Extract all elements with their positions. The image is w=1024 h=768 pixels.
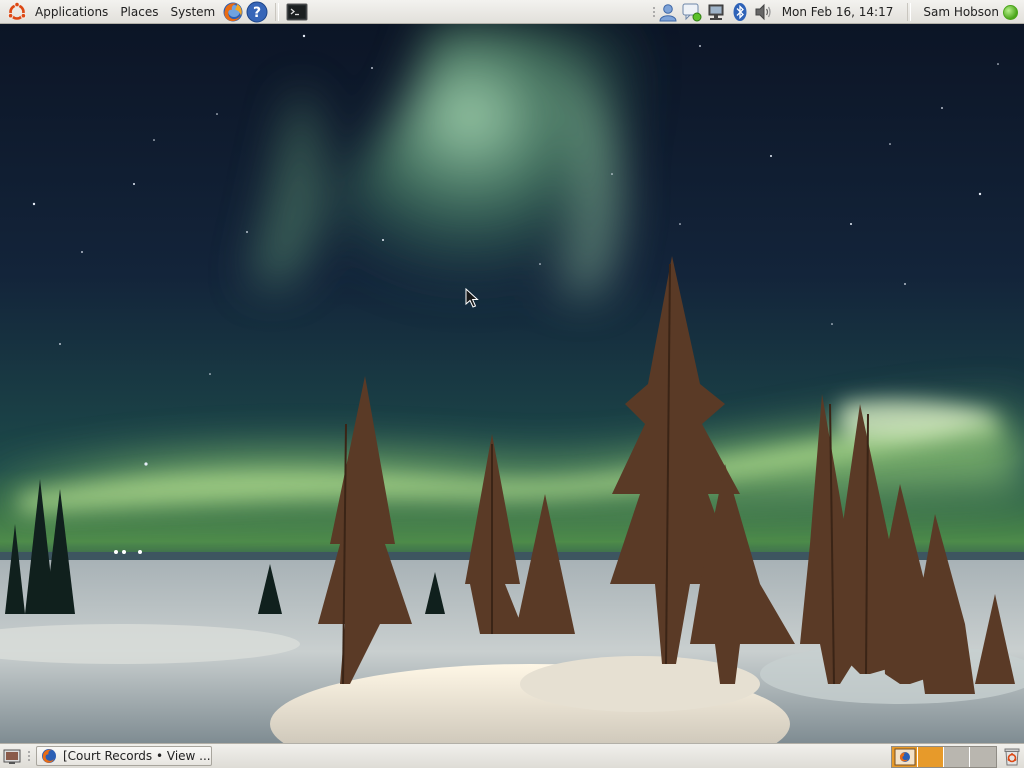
user-name[interactable]: Sam Hobson [917, 1, 1003, 23]
clock[interactable]: Mon Feb 16, 14:17 [776, 1, 902, 23]
top-panel: Applications Places System ? Mon Feb 16,… [0, 0, 1024, 24]
chat-status-button[interactable] [682, 2, 702, 22]
chat-status-icon [682, 3, 702, 22]
show-desktop-icon[interactable] [3, 747, 21, 765]
places-menu[interactable]: Places [114, 1, 164, 23]
help-icon: ? [246, 1, 268, 22]
workspace-switcher [891, 746, 997, 768]
main-menu-bar: Applications Places System ? [0, 0, 309, 24]
firefox-icon [42, 749, 56, 763]
workspace-1[interactable] [892, 747, 918, 767]
online-status-icon[interactable] [1003, 4, 1018, 20]
volume-icon [755, 3, 771, 21]
firefox-icon [223, 2, 243, 21]
svg-text:?: ? [253, 5, 261, 21]
desktop[interactable] [0, 24, 1024, 743]
user-switch-button[interactable] [658, 2, 678, 22]
trash-icon[interactable] [1002, 746, 1022, 766]
mouse-pointer-icon [465, 288, 479, 308]
tray-handle-icon [652, 7, 655, 17]
taskbar-window-button[interactable]: [Court Records • View ... [36, 746, 212, 766]
terminal-icon [286, 3, 308, 20]
taskbar-window-label: [Court Records • View ... [63, 749, 211, 763]
bottom-panel: [Court Records • View ... [0, 743, 1024, 768]
aurora-wallpaper [0, 24, 1024, 743]
firefox-window-thumbnail-icon [894, 748, 916, 766]
panel-separator [907, 3, 912, 21]
notification-area: Mon Feb 16, 14:17 Sam Hobson [652, 0, 1024, 24]
bluetooth-button[interactable] [730, 2, 750, 22]
user-switch-icon [659, 4, 677, 22]
panel-handle-icon [28, 751, 30, 761]
panel-separator [275, 2, 280, 21]
ubuntu-logo-icon[interactable] [7, 1, 27, 22]
workspace-4[interactable] [970, 747, 996, 767]
volume-button[interactable] [754, 2, 774, 22]
network-icon [708, 4, 724, 20]
terminal-launcher[interactable] [286, 1, 308, 23]
system-menu[interactable]: System [164, 1, 221, 23]
help-launcher[interactable]: ? [246, 1, 268, 23]
workspace-3[interactable] [944, 747, 970, 767]
applications-menu[interactable]: Applications [29, 1, 114, 23]
firefox-launcher[interactable] [222, 1, 244, 23]
bluetooth-icon [733, 3, 747, 21]
network-button[interactable] [706, 2, 726, 22]
workspace-2[interactable] [918, 747, 944, 767]
